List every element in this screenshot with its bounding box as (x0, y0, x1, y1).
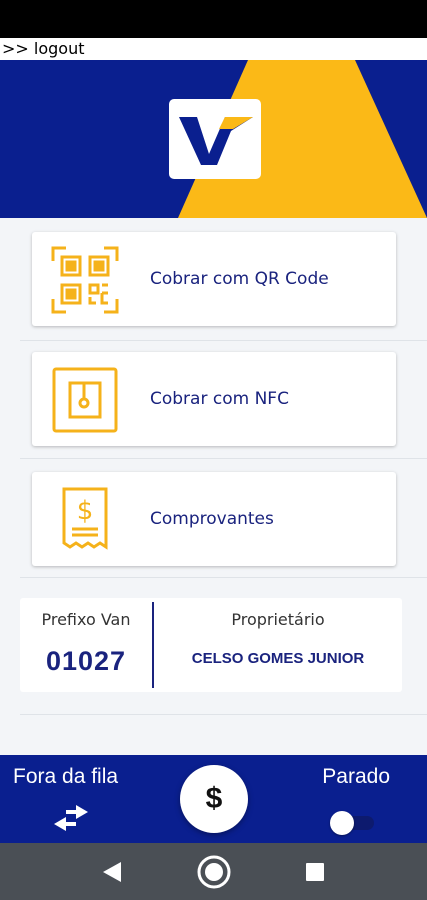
recents-icon[interactable] (306, 863, 324, 881)
nfc-icon (50, 365, 120, 435)
divider (20, 714, 427, 715)
owner-section: Proprietário CELSO GOMES JUNIOR (154, 598, 402, 692)
receipts-button[interactable]: $ Comprovantes (32, 472, 396, 566)
back-icon[interactable] (101, 862, 123, 882)
owner-value: CELSO GOMES JUNIOR (191, 650, 365, 667)
divider (20, 458, 427, 459)
charge-nfc-label: Cobrar com NFC (150, 389, 289, 409)
status-bar (0, 0, 427, 38)
owner-label: Proprietário (231, 610, 325, 629)
charge-qr-code-button[interactable]: Cobrar com QR Code (32, 232, 396, 326)
van-info-panel: Prefixo Van 01027 Proprietário CELSO GOM… (20, 598, 402, 692)
svg-text:$: $ (77, 496, 94, 526)
charge-qr-code-label: Cobrar com QR Code (150, 269, 329, 289)
logout-link[interactable]: >> logout (0, 38, 427, 60)
van-prefix-section: Prefixo Van 01027 (20, 598, 152, 692)
toggle-thumb (330, 811, 354, 835)
app-logo (169, 99, 261, 179)
qr-code-icon (50, 245, 120, 315)
charge-fab-button[interactable]: $ (180, 765, 248, 833)
van-prefix-label: Prefixo Van (41, 610, 131, 629)
vehicle-status-label: Parado (322, 765, 390, 788)
van-prefix-value: 01027 (45, 646, 127, 676)
swap-icon[interactable] (54, 805, 88, 836)
queue-status-label: Fora da fila (13, 765, 119, 788)
status-toggle[interactable] (330, 811, 374, 835)
divider (20, 577, 427, 578)
system-nav-bar (0, 843, 427, 900)
charge-nfc-button[interactable]: Cobrar com NFC (32, 352, 396, 446)
divider (20, 340, 427, 341)
receipts-label: Comprovantes (150, 509, 274, 529)
receipt-icon: $ (50, 485, 120, 555)
home-icon[interactable] (196, 854, 232, 890)
